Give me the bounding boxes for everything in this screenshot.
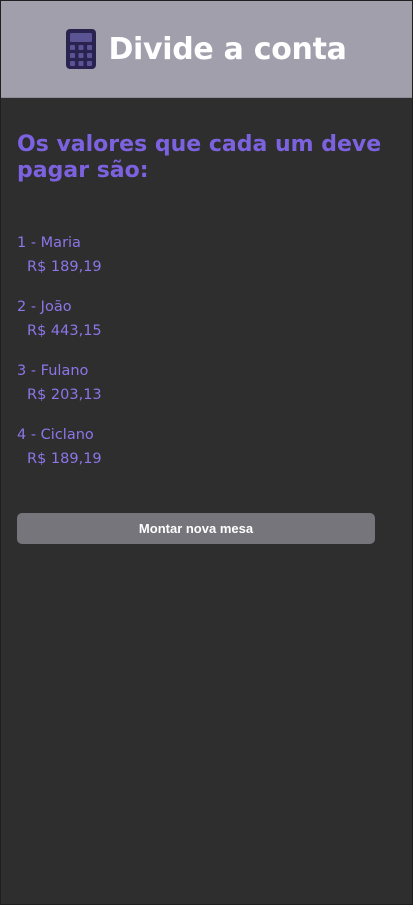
person-amount: R$ 189,19 — [27, 259, 102, 275]
list-item: 1 - Maria R$ 189,19 — [17, 231, 396, 279]
app-header: Divide a conta — [1, 1, 412, 98]
list-item: 3 - Fulano R$ 203,13 — [17, 359, 396, 407]
results-heading: Os valores que cada um deve pagar são: — [17, 132, 382, 183]
calculator-icon — [66, 29, 97, 69]
list-item: 2 - João R$ 443,15 — [17, 295, 396, 343]
person-amount: R$ 443,15 — [27, 323, 102, 339]
person-name: 2 - João — [17, 299, 72, 315]
person-amount: R$ 189,19 — [27, 451, 102, 467]
list-item: 4 - Ciclano R$ 189,19 — [17, 423, 396, 471]
person-name: 1 - Maria — [17, 235, 81, 251]
people-list: 1 - Maria R$ 189,19 2 - João R$ 443,15 3… — [17, 231, 396, 471]
person-name: 4 - Ciclano — [17, 427, 94, 443]
person-amount: R$ 203,13 — [27, 387, 102, 403]
app-title: Divide a conta — [108, 31, 347, 67]
results-section: Os valores que cada um deve pagar são: 1… — [1, 98, 412, 544]
app-frame: Divide a conta Os valores que cada um de… — [0, 0, 413, 905]
person-name: 3 - Fulano — [17, 363, 89, 379]
new-table-button[interactable]: Montar nova mesa — [17, 513, 375, 544]
